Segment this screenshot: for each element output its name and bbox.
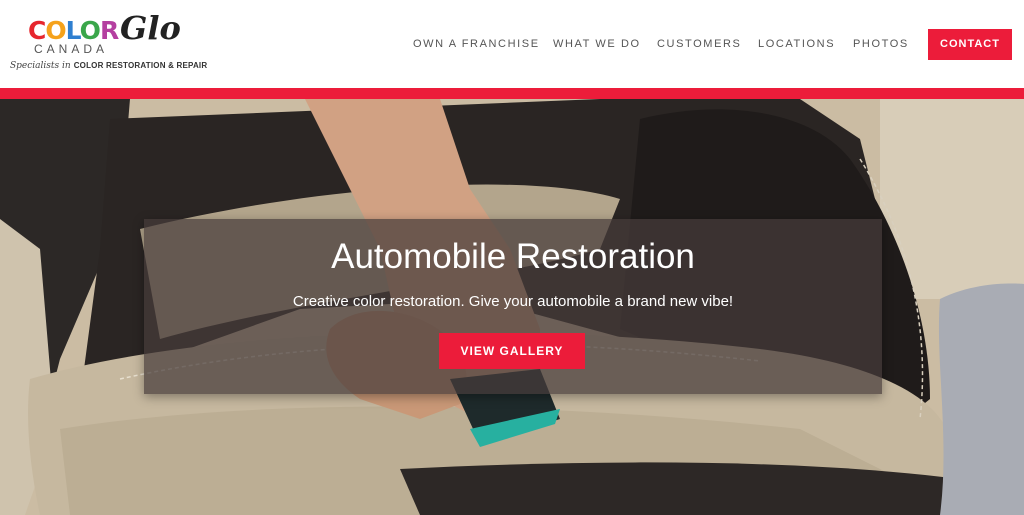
site-header: COLOR Glo CANADA Specialists in COLOR RES… (0, 0, 1024, 88)
view-gallery-button[interactable]: VIEW GALLERY (439, 333, 585, 369)
hero-banner: Automobile Restoration Creative color re… (0, 99, 1024, 515)
hero-caption-panel: Automobile Restoration Creative color re… (144, 219, 882, 394)
nav-what-we-do[interactable]: WHAT WE DO (553, 38, 641, 50)
hero-subtitle: Creative color restoration. Give your au… (292, 293, 734, 310)
nav-own-a-franchise[interactable]: OWN A FRANCHISE (413, 38, 540, 50)
hero-title: Automobile Restoration (331, 237, 695, 276)
logo-tagline: Specialists in COLOR RESTORATION & REPAIR (10, 60, 207, 71)
tagline-prefix: Specialists in (10, 61, 71, 71)
header-accent-bar (0, 88, 1024, 99)
nav-locations[interactable]: LOCATIONS (758, 38, 835, 50)
nav-photos[interactable]: PHOTOS (853, 38, 909, 50)
contact-button[interactable]: CONTACT (928, 29, 1012, 60)
nav-customers[interactable]: CUSTOMERS (657, 38, 741, 50)
main-nav: OWN A FRANCHISE WHAT WE DO CUSTOMERS LOC… (0, 38, 1024, 52)
tagline-main: COLOR RESTORATION & REPAIR (73, 61, 208, 70)
